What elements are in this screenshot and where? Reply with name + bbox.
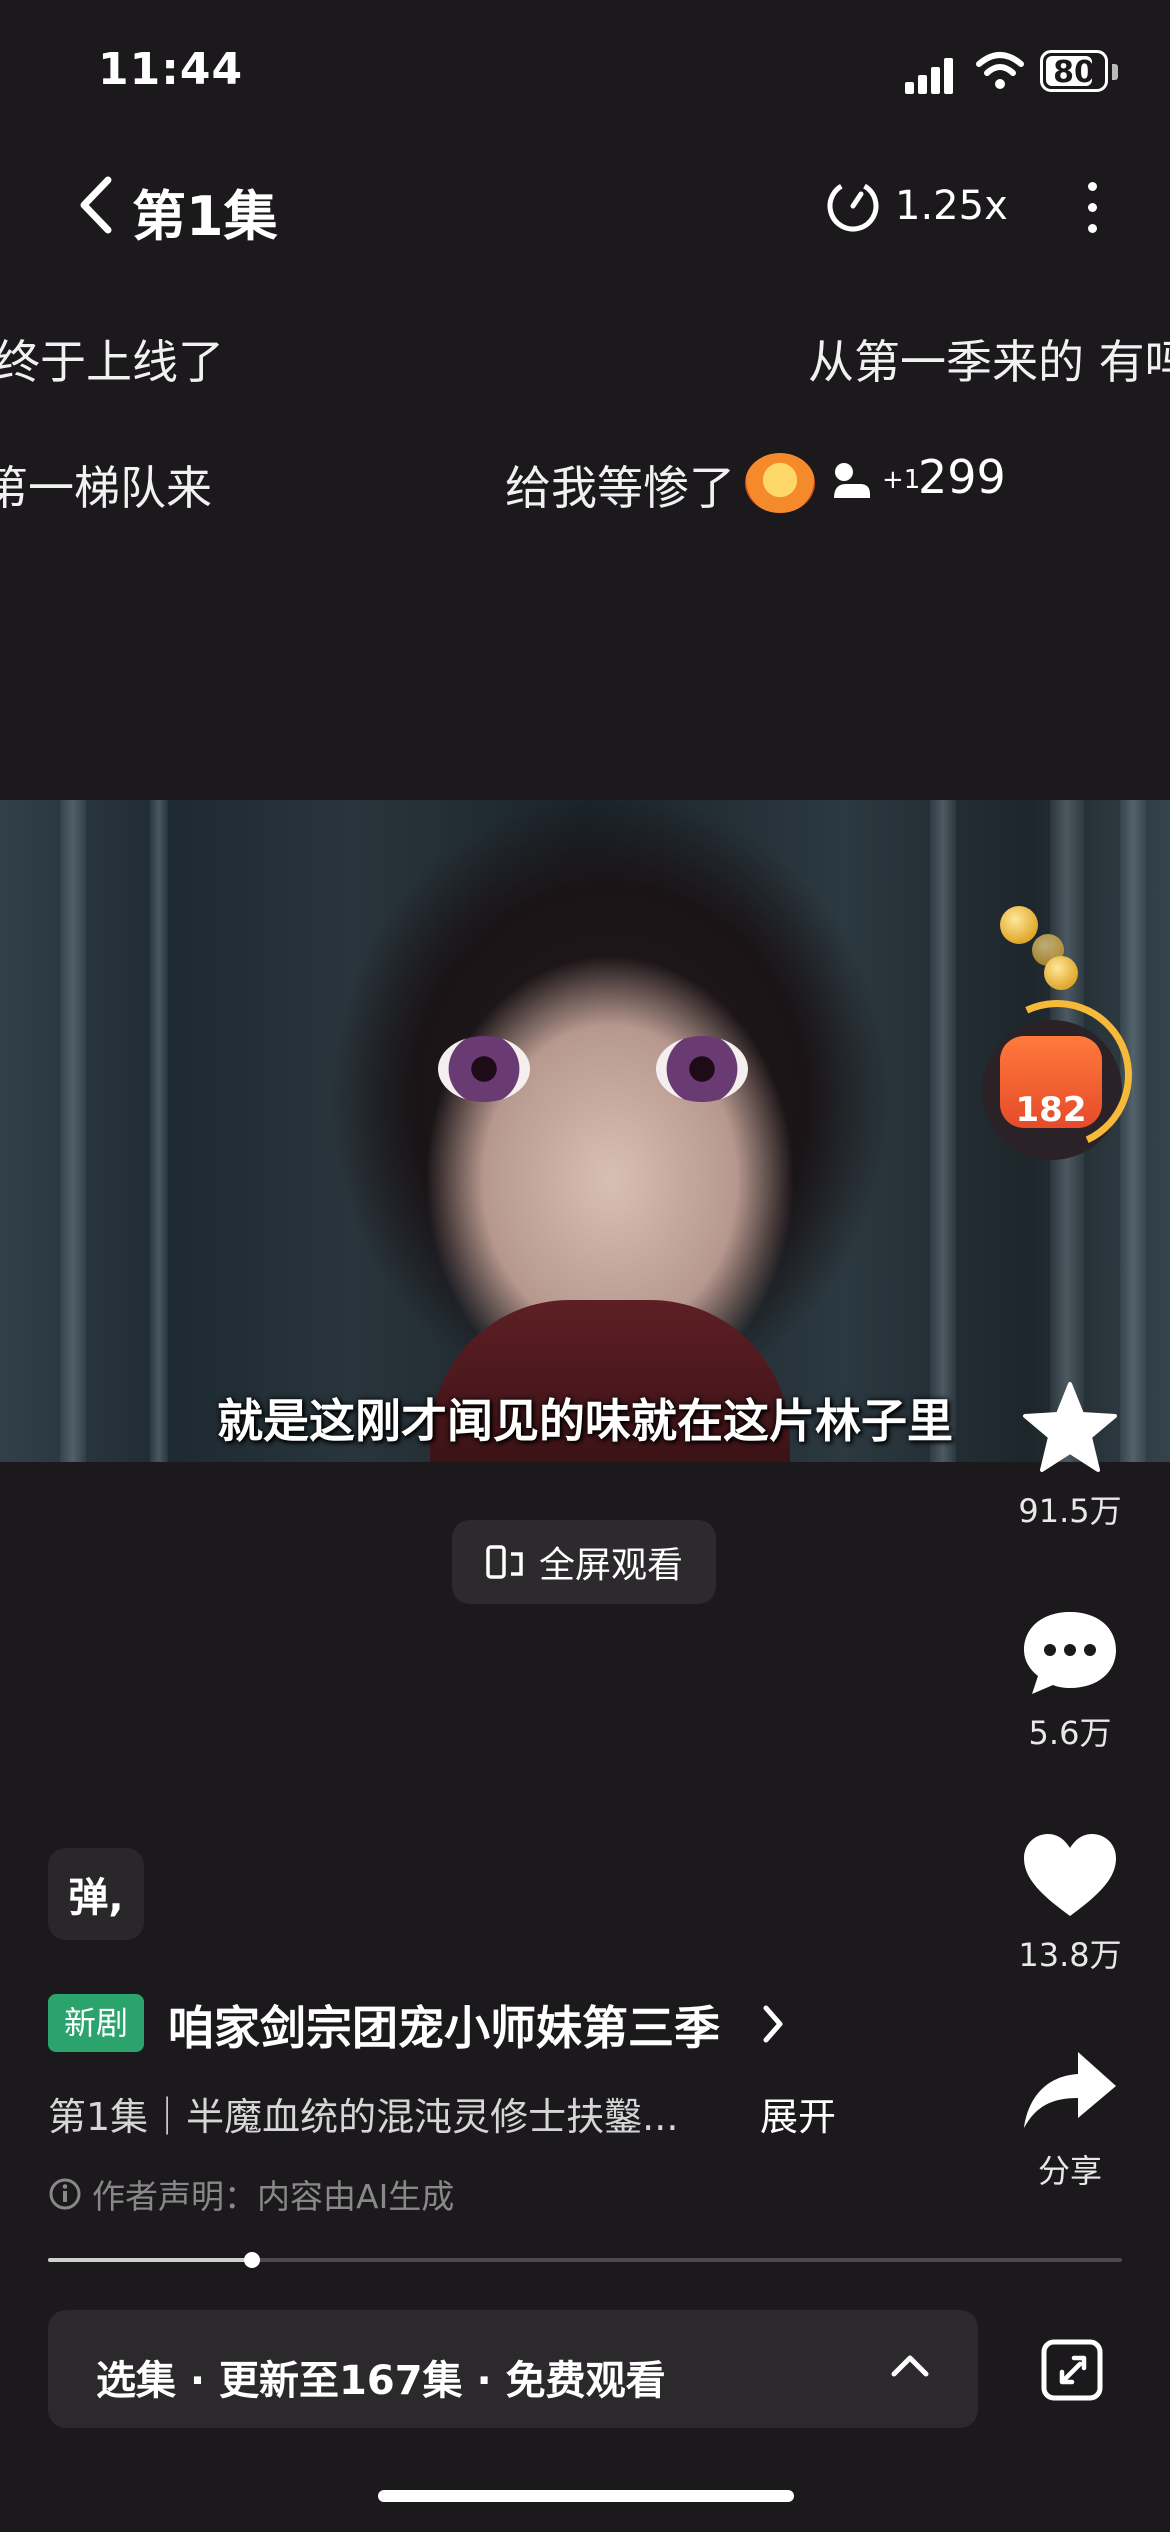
picture-in-picture-icon[interactable] [1040,2338,1104,2402]
episode-title: 第1集 [132,185,278,248]
danmaku-comment: 从第一季来的 有吗 [808,335,1170,389]
angry-emoji-icon [745,453,815,513]
coin-icon [1000,906,1038,944]
share-label: 分享 [1037,2152,1102,2190]
danmaku-comment: 第一梯队来 [0,461,212,515]
cellular-signal-icon [905,54,955,94]
plus-one-label: +1 [882,465,921,495]
fullscreen-button[interactable]: 全屏观看 [452,1520,716,1604]
rotate-screen-icon [486,1545,523,1579]
share-icon [1024,2052,1116,2128]
new-series-badge: 新剧 [48,1994,144,2052]
progress-fill [48,2258,252,2262]
coin-icon [1044,956,1078,990]
timer-icon [827,180,879,232]
status-time: 11:44 [98,44,244,95]
expand-button[interactable]: 展开 [760,2086,836,2141]
playback-speed-button[interactable]: 1.25x [825,178,1008,234]
comment-count: 5.6万 [1028,1714,1112,1752]
like-count: 13.8万 [1018,1936,1122,1974]
thumbs-up-icon [834,463,870,498]
like-button[interactable]: 13.8万 [1010,1830,1130,1976]
danmaku-comment: 给我等惨了 [505,461,735,515]
heart-icon [1024,1834,1116,1916]
battery-cap [1112,64,1118,80]
author-statement-text: 作者声明：内容由AI生成 [92,2177,455,2216]
favorite-count: 91.5万 [1018,1492,1122,1530]
video-subtitle: 就是这刚才闻见的味就在这片林子里 [217,1394,953,1448]
red-envelope-count: 182 [1015,1090,1087,1130]
comment-button[interactable]: 5.6万 [1010,1608,1130,1754]
episode-selector-label: 选集 · 更新至167集 · 免费观看 [96,2358,666,2404]
danmaku-toggle-button[interactable]: 弹, [48,1848,144,1940]
danmaku-comment: 终于上线了 [0,335,224,389]
battery-level: 80 [1053,55,1095,90]
playback-speed-label: 1.25x [895,183,1008,229]
progress-thumb[interactable] [244,2252,260,2268]
chevron-up-icon[interactable] [888,2350,932,2380]
more-options-icon[interactable] [1072,178,1112,238]
share-button[interactable]: 分享 [1010,2046,1130,2192]
favorite-button[interactable]: 91.5万 [1010,1380,1130,1532]
fullscreen-label: 全屏观看 [538,1545,683,1586]
back-icon[interactable] [72,170,122,240]
home-indicator[interactable] [378,2490,794,2502]
author-statement: 作者声明：内容由AI生成 [48,2170,454,2218]
series-title[interactable]: 咱家剑宗团宠小师妹第三季 [168,1992,720,2058]
battery-icon: 80 [1040,50,1108,92]
info-icon [49,2178,81,2210]
star-icon [1023,1382,1117,1472]
danmaku-reaction-count: 299 [918,450,1006,504]
episode-description: 第1集｜半魔血统的混沌灵修士扶鑿... [48,2095,679,2139]
danmaku-plus-one[interactable]: +1 [830,458,920,502]
chevron-right-icon[interactable] [758,2002,788,2046]
wifi-icon [976,52,1024,89]
comment-icon [1024,1612,1116,1694]
